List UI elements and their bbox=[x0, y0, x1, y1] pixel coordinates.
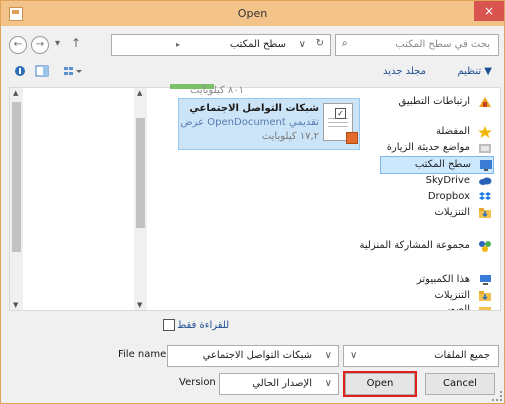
forward-button[interactable]: → bbox=[31, 36, 49, 54]
resize-grip[interactable] bbox=[492, 391, 502, 401]
file-name-dropdown-icon[interactable]: ∨ bbox=[325, 350, 332, 361]
file-type-dropdown-icon[interactable]: ∨ bbox=[350, 350, 357, 361]
back-button[interactable]: ← bbox=[9, 36, 27, 54]
file-name-input[interactable]: شبكات التواصل الاجتماعي ∨ bbox=[167, 345, 339, 367]
sidebar-item-downloads[interactable]: التنزيلات bbox=[382, 205, 492, 221]
desktop-icon bbox=[480, 160, 492, 171]
open-dialog: Open × ← → ▾ ↑ ▸ سطح المكتب ∨ ↻ ⌕ بحث في… bbox=[0, 0, 505, 404]
recent-locations-dropdown[interactable]: ▾ bbox=[55, 38, 60, 49]
sidebar-item-homegroup[interactable]: مجموعة المشاركة المنزلية bbox=[342, 238, 492, 254]
search-placeholder: بحث في سطح المكتب bbox=[395, 39, 490, 50]
favorites-star-icon bbox=[478, 126, 492, 138]
file-type-value: جميع الملفات bbox=[434, 350, 490, 361]
new-folder-button[interactable]: مجلد جديد bbox=[383, 66, 426, 77]
files-scrollbar[interactable]: ▲ ▼ bbox=[10, 88, 23, 310]
organize-button[interactable]: تنظيم ▼ bbox=[457, 66, 492, 77]
preview-pane-icon[interactable] bbox=[35, 65, 49, 77]
files-scroll-down-icon[interactable]: ▼ bbox=[13, 301, 18, 309]
nav-scroll-up-icon[interactable]: ▲ bbox=[137, 89, 142, 97]
sidebar-item-recent-places[interactable]: مواضع حديثة الزيارة bbox=[362, 140, 492, 156]
command-toolbar: مجلد جديد تنظيم ▼ bbox=[1, 61, 504, 83]
sidebar-item-favorites[interactable]: المفضلة bbox=[382, 124, 492, 140]
nav-scroll-thumb[interactable] bbox=[136, 118, 145, 228]
nav-scroll-down-icon[interactable]: ▼ bbox=[137, 301, 142, 309]
dialog-footer: للقراءة فقط File name: شبكات التواصل الا… bbox=[1, 315, 504, 403]
help-icon[interactable] bbox=[13, 65, 27, 77]
title-bar: Open × bbox=[1, 1, 504, 26]
open-button[interactable]: Open bbox=[343, 371, 417, 397]
downloads-folder-icon bbox=[479, 291, 491, 301]
dropbox-icon bbox=[479, 192, 491, 200]
downloads-folder-icon bbox=[479, 208, 491, 218]
search-box[interactable]: ⌕ بحث في سطح المكتب bbox=[335, 34, 499, 56]
refresh-icon[interactable]: ↻ bbox=[316, 38, 324, 49]
up-level-button[interactable]: ↑ bbox=[71, 36, 81, 50]
sidebar-item-app-links[interactable]: ارتباطات التطبيق bbox=[382, 94, 492, 110]
version-label: Version bbox=[179, 377, 216, 388]
sidebar-item-pictures[interactable]: الصور bbox=[382, 302, 492, 310]
address-bar[interactable]: ▸ سطح المكتب ∨ ↻ bbox=[111, 34, 331, 56]
sidebar-item-skydrive[interactable]: SkyDrive bbox=[382, 173, 492, 189]
version-dropdown-icon[interactable]: ∨ bbox=[325, 378, 332, 389]
file-type-select[interactable]: ∨ جميع الملفات bbox=[343, 345, 499, 367]
address-separator-icon: ▸ bbox=[176, 40, 181, 49]
file-name-label: File name: bbox=[118, 349, 170, 360]
sidebar-item-this-pc[interactable]: هذا الكمبيوتر bbox=[382, 272, 492, 288]
close-button[interactable]: × bbox=[474, 1, 504, 21]
window-title: Open bbox=[237, 7, 268, 20]
app-links-icon bbox=[479, 97, 491, 107]
computer-icon bbox=[480, 275, 491, 285]
read-only-label: للقراءة فقط bbox=[177, 320, 230, 331]
version-select[interactable]: الإصدار الحالي ∨ bbox=[219, 373, 339, 395]
sidebar-item-desktop[interactable]: سطح المكتب bbox=[380, 156, 494, 174]
address-location[interactable]: سطح المكتب bbox=[230, 39, 286, 50]
skydrive-cloud-icon bbox=[479, 177, 492, 185]
view-options-icon[interactable] bbox=[63, 65, 83, 77]
files-scroll-thumb[interactable] bbox=[12, 102, 21, 252]
read-only-checkbox[interactable] bbox=[163, 319, 175, 331]
search-icon[interactable]: ⌕ bbox=[342, 38, 348, 49]
cancel-button[interactable]: Cancel bbox=[425, 373, 495, 395]
navigation-scrollbar[interactable]: ▲ ▼ bbox=[134, 88, 147, 310]
navigation-bar: ← → ▾ ↑ ▸ سطح المكتب ∨ ↻ ⌕ بحث في سطح ال… bbox=[1, 33, 504, 57]
files-scroll-up-icon[interactable]: ▲ bbox=[13, 89, 18, 97]
pictures-folder-icon bbox=[479, 307, 491, 310]
sidebar-item-dropbox[interactable]: Dropbox bbox=[382, 189, 492, 205]
version-value: الإصدار الحالي bbox=[252, 378, 312, 389]
homegroup-icon bbox=[479, 241, 491, 252]
file-name-value: شبكات التواصل الاجتماعي bbox=[202, 350, 312, 361]
navigation-pane: ارتباطات التطبيق المفضلة مواضع حديثة الز… bbox=[147, 88, 500, 310]
recent-places-icon bbox=[479, 144, 491, 153]
browser-area: ▲ ▼ ٨٠١ كيلوبايت ✓ شبكات التواصل الاجتما… bbox=[9, 84, 501, 311]
address-history-chevron-icon[interactable]: ∨ bbox=[299, 39, 306, 50]
